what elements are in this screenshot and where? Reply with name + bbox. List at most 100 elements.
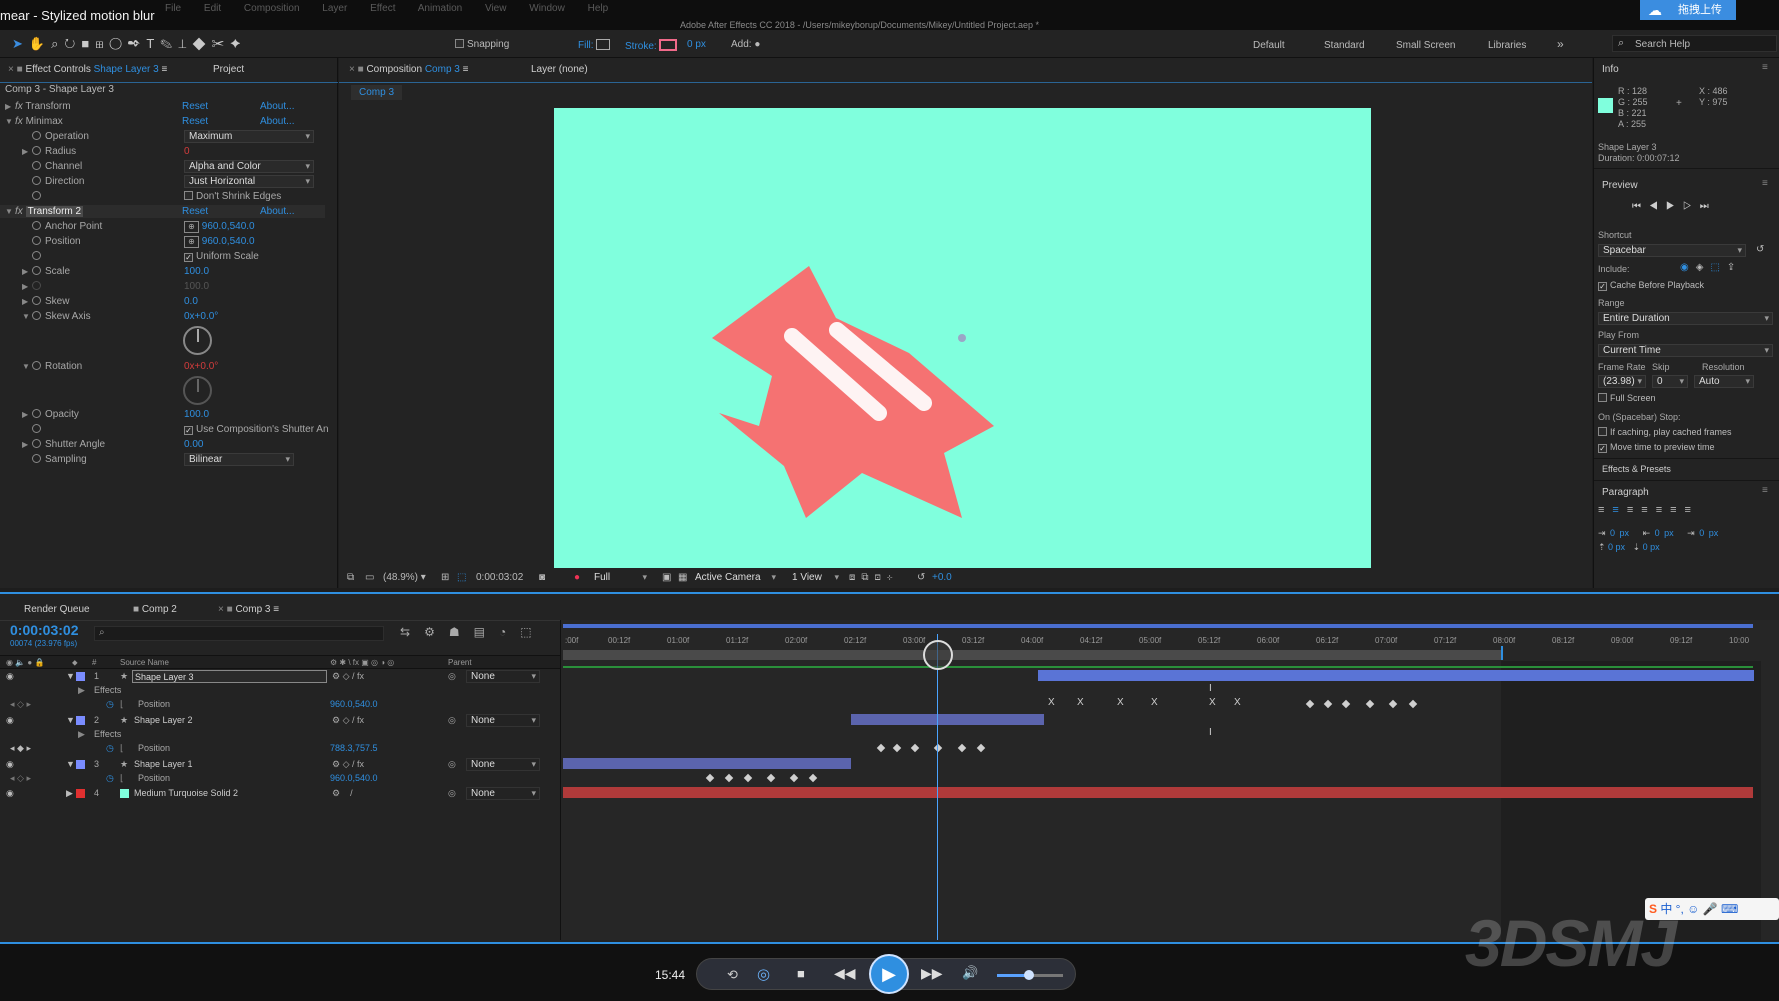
kf-l3-1[interactable]	[705, 773, 715, 783]
kf-l1-3[interactable]: X	[1117, 698, 1124, 708]
motion-blur-icon[interactable]: ◔	[499, 625, 520, 639]
menu-file[interactable]: File	[165, 3, 181, 14]
mask-visibility-icon[interactable]: ⬚	[457, 568, 466, 588]
workspace-libraries[interactable]: Libraries	[1488, 40, 1526, 51]
views-dropdown[interactable]: 1 View	[788, 572, 842, 585]
layer-search-input[interactable]: ⌕	[94, 626, 384, 641]
move-time-checkbox[interactable]: ✓ Move time to preview time	[1598, 442, 1715, 453]
include-export-icon[interactable]: ⇪	[1727, 262, 1742, 273]
rotate-tool-icon[interactable]: ↻	[64, 36, 81, 51]
eraser-tool-icon[interactable]: ◆	[193, 36, 212, 51]
justify-right-icon[interactable]: ≡	[1670, 504, 1684, 516]
transform-reset[interactable]: Reset	[182, 100, 208, 113]
type-tool-icon[interactable]: T	[146, 36, 160, 51]
kf-l2-1[interactable]	[876, 743, 886, 753]
minimax-reset[interactable]: Reset	[182, 115, 208, 128]
fill-control[interactable]: Fill:	[578, 39, 611, 51]
minimax-about[interactable]: About...	[260, 115, 294, 128]
layer-row-4[interactable]: ◉ ▶ 4 Medium Turquoise Solid 2 ⚙ / ◎ None	[0, 787, 540, 800]
transparency-grid-icon[interactable]: ▦	[678, 568, 687, 588]
layer-tab[interactable]: Layer (none)	[531, 60, 588, 80]
layer-3-name[interactable]: Shape Layer 1	[134, 758, 193, 771]
use-comp-shutter-checkbox[interactable]: ✓ Use Composition's Shutter An	[184, 423, 329, 436]
cache-before-playback[interactable]: ✓ Cache Before Playback	[1598, 280, 1704, 291]
timeline-graph[interactable]: :00f 00:12f 01:00f 01:12f 02:00f 02:12f …	[560, 620, 1779, 941]
rewind-icon[interactable]: ◀◀	[834, 965, 856, 982]
preview-play-icon[interactable]: ▶	[1666, 201, 1683, 212]
kf-l1-1[interactable]: X	[1048, 698, 1055, 708]
snapping-toggle[interactable]: Snapping	[455, 39, 509, 50]
kf-l2-4[interactable]	[933, 743, 943, 753]
frame-blending-icon[interactable]: ▤	[474, 625, 499, 639]
search-help-field[interactable]: ⌕ Search Help	[1612, 35, 1777, 52]
tab-render-queue[interactable]: Render Queue	[24, 604, 90, 615]
layer-4-bar[interactable]	[563, 787, 1753, 798]
upload-button[interactable]: ☁ 拖拽上传	[1640, 0, 1736, 20]
roi-icon[interactable]: ▣	[662, 568, 671, 588]
position-crosshair-icon[interactable]: ⊕	[184, 236, 199, 248]
layer-1-parent-dropdown[interactable]: None	[466, 670, 540, 683]
star-shape-layer[interactable]	[554, 108, 1371, 568]
kf-l3-3[interactable]	[743, 773, 753, 783]
workspace-small-screen[interactable]: Small Screen	[1396, 40, 1455, 51]
work-area-bar[interactable]	[563, 650, 1503, 660]
graph-editor-icon[interactable]: ⬚	[520, 625, 545, 639]
position-value[interactable]: 960.0,540.0	[202, 236, 255, 247]
layer-2-stopwatch-icon[interactable]: ◷	[106, 742, 114, 755]
effects-presets-panel[interactable]: Effects & Presets	[1602, 464, 1671, 474]
kf-l2-5[interactable]	[957, 743, 967, 753]
kf-l3-2[interactable]	[724, 773, 734, 783]
workspace-default[interactable]: Default	[1253, 40, 1285, 51]
kf-l2-6[interactable]	[976, 743, 986, 753]
space-after[interactable]: ⇣ 0 px	[1633, 542, 1660, 552]
transform2-about[interactable]: About...	[260, 205, 294, 218]
add-control[interactable]: Add: ●	[731, 39, 760, 50]
comp-panel-menu-icon[interactable]: ≡	[463, 64, 469, 75]
kf-l2-3[interactable]	[910, 743, 920, 753]
stroke-control[interactable]: Stroke:	[625, 39, 678, 52]
puppet-tool-icon[interactable]: ✦	[230, 36, 246, 51]
layer-3-label-color[interactable]	[76, 760, 85, 769]
preview-menu-icon[interactable]: ≡	[1762, 178, 1768, 189]
include-overlays-icon[interactable]: ⬚	[1710, 262, 1726, 273]
first-frame-icon[interactable]: ⏮	[1632, 201, 1649, 212]
include-video-icon[interactable]: ◉	[1680, 262, 1696, 273]
fast-forward-icon[interactable]: ▶▶	[921, 965, 943, 982]
layer-row-1[interactable]: ◉ ▼ 1 ★ Shape Layer 3 ⚙ ◇ / fx ◎ None	[0, 670, 540, 683]
comp-viewer-canvas[interactable]	[554, 108, 1371, 568]
anchor-value[interactable]: 960.0,540.0	[202, 221, 255, 232]
shy-layers-icon[interactable]: ☗	[449, 625, 474, 639]
monitor-icon[interactable]: ▭	[365, 568, 374, 588]
brush-tool-icon[interactable]: ✎	[160, 36, 178, 51]
menu-view[interactable]: View	[485, 3, 507, 14]
layer-1-label-color[interactable]	[76, 672, 85, 681]
kf-l1-4[interactable]: X	[1151, 698, 1158, 708]
parent-header[interactable]: Parent	[448, 656, 472, 669]
rotation-dial[interactable]	[183, 376, 212, 405]
workspace-standard[interactable]: Standard	[1324, 40, 1365, 51]
layer-3-bar[interactable]	[563, 758, 851, 769]
paragraph-menu-icon[interactable]: ≡	[1762, 485, 1768, 496]
always-preview-icon[interactable]: ⧉	[347, 568, 354, 588]
layer-4-parent-dropdown[interactable]: None	[466, 787, 540, 800]
menu-effect[interactable]: Effect	[370, 3, 395, 14]
stroke-width[interactable]: 0 px	[687, 39, 706, 50]
layer-2-pickwhip-icon[interactable]: ◎	[448, 714, 456, 727]
ellipse-tool-icon[interactable]: ◯	[109, 36, 127, 51]
layer-3-stopwatch-icon[interactable]: ◷	[106, 772, 114, 785]
space-before[interactable]: ⇡ 0 px	[1598, 542, 1625, 552]
layer-1-pickwhip-icon[interactable]: ◎	[448, 670, 456, 683]
layer-4-name[interactable]: Medium Turquoise Solid 2	[134, 787, 238, 800]
opacity-value[interactable]: 100.0	[184, 408, 209, 421]
current-time-indicator[interactable]	[937, 634, 938, 940]
layer-4-label-color[interactable]	[76, 789, 85, 798]
align-center-icon[interactable]: ≡	[1612, 504, 1626, 516]
camera-tool-icon[interactable]: ■	[81, 36, 95, 51]
skew-axis-dial[interactable]	[183, 326, 212, 355]
layer-1-name[interactable]: Shape Layer 3	[132, 670, 327, 683]
kf-l3-4[interactable]	[766, 773, 776, 783]
kf-l1-9[interactable]	[1341, 699, 1351, 709]
menu-layer[interactable]: Layer	[322, 3, 347, 14]
layer-2-name[interactable]: Shape Layer 2	[134, 714, 193, 727]
transform2-reset[interactable]: Reset	[182, 205, 208, 218]
